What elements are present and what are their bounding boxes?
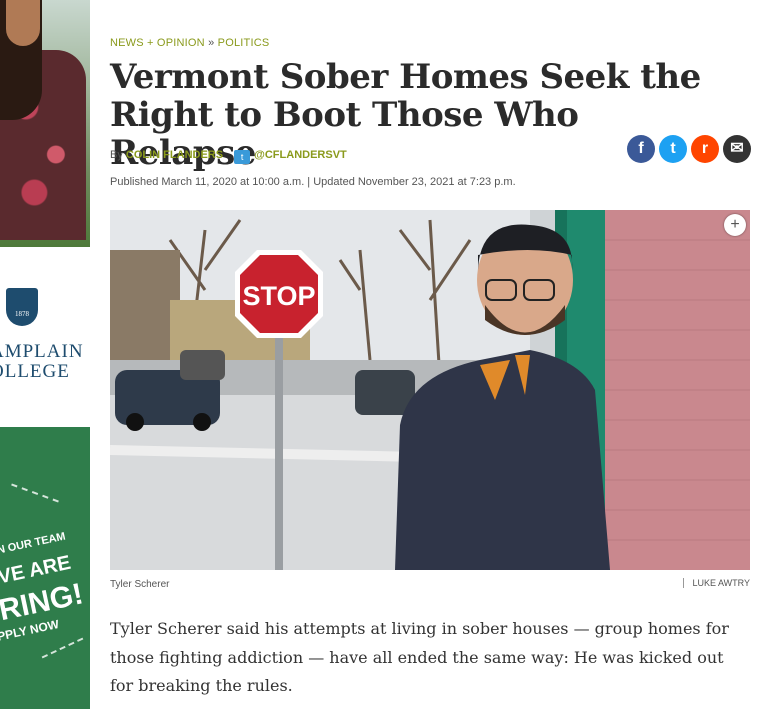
facebook-icon: f [638,140,644,157]
email-icon: ✉ [730,140,744,157]
author-link[interactable]: COLIN FLANDERS [126,149,223,161]
twitter-handle-link[interactable]: @CFLANDERSVT [254,149,347,161]
breadcrumb-subsection-link[interactable]: POLITICS [218,37,270,49]
left-ad-column: 1878 AMPLAIN OLLEGE N OUR TEAM VE ARE RI… [0,0,90,709]
breadcrumb-separator: » [208,37,215,49]
college-shield-icon: 1878 [6,288,38,326]
photo-illustration: STOP [110,210,750,570]
stop-sign-text: STOP [242,281,315,311]
ad-photo-face [6,0,40,46]
facebook-share-button[interactable]: f [627,135,655,163]
twitter-share-button[interactable]: t [659,135,687,163]
twitter-bird-icon: t [234,150,251,164]
logo-year: 1878 [15,310,29,318]
breadcrumb-section-link[interactable]: NEWS + OPINION [110,37,205,49]
college-logo-line1: AMPLAIN [0,341,84,362]
expand-photo-button[interactable]: + [724,214,746,236]
plus-icon: + [730,216,740,233]
ad-dash-decoration [11,483,59,503]
article-photo[interactable]: STOP [110,210,750,570]
hiring-ad[interactable]: N OUR TEAM VE ARE RING! PPLY NOW [0,427,90,709]
ad-dash-decoration [41,637,84,659]
email-share-button[interactable]: ✉ [723,135,751,163]
ad-photo[interactable] [0,0,90,247]
college-logo-ad[interactable] [0,247,90,425]
ad-line-1: N OUR TEAM [0,530,67,557]
by-label: By [110,149,123,161]
college-logo-line2: OLLEGE [0,361,70,382]
article-body-paragraph: Tyler Scherer said his attempts at livin… [110,619,729,695]
breadcrumb: NEWS + OPINION » POLITICS [110,37,269,49]
reddit-icon: r [701,140,709,157]
photo-caption: Tyler Scherer [110,579,170,590]
reddit-share-button[interactable]: r [691,135,719,163]
byline: By COLIN FLANDERS t @CFLANDERSVT [110,149,347,164]
twitter-icon: t [670,140,676,157]
photo-credit: LUKE AWTRY [683,578,750,588]
publish-date: Published March 11, 2020 at 10:00 a.m. |… [110,176,516,188]
